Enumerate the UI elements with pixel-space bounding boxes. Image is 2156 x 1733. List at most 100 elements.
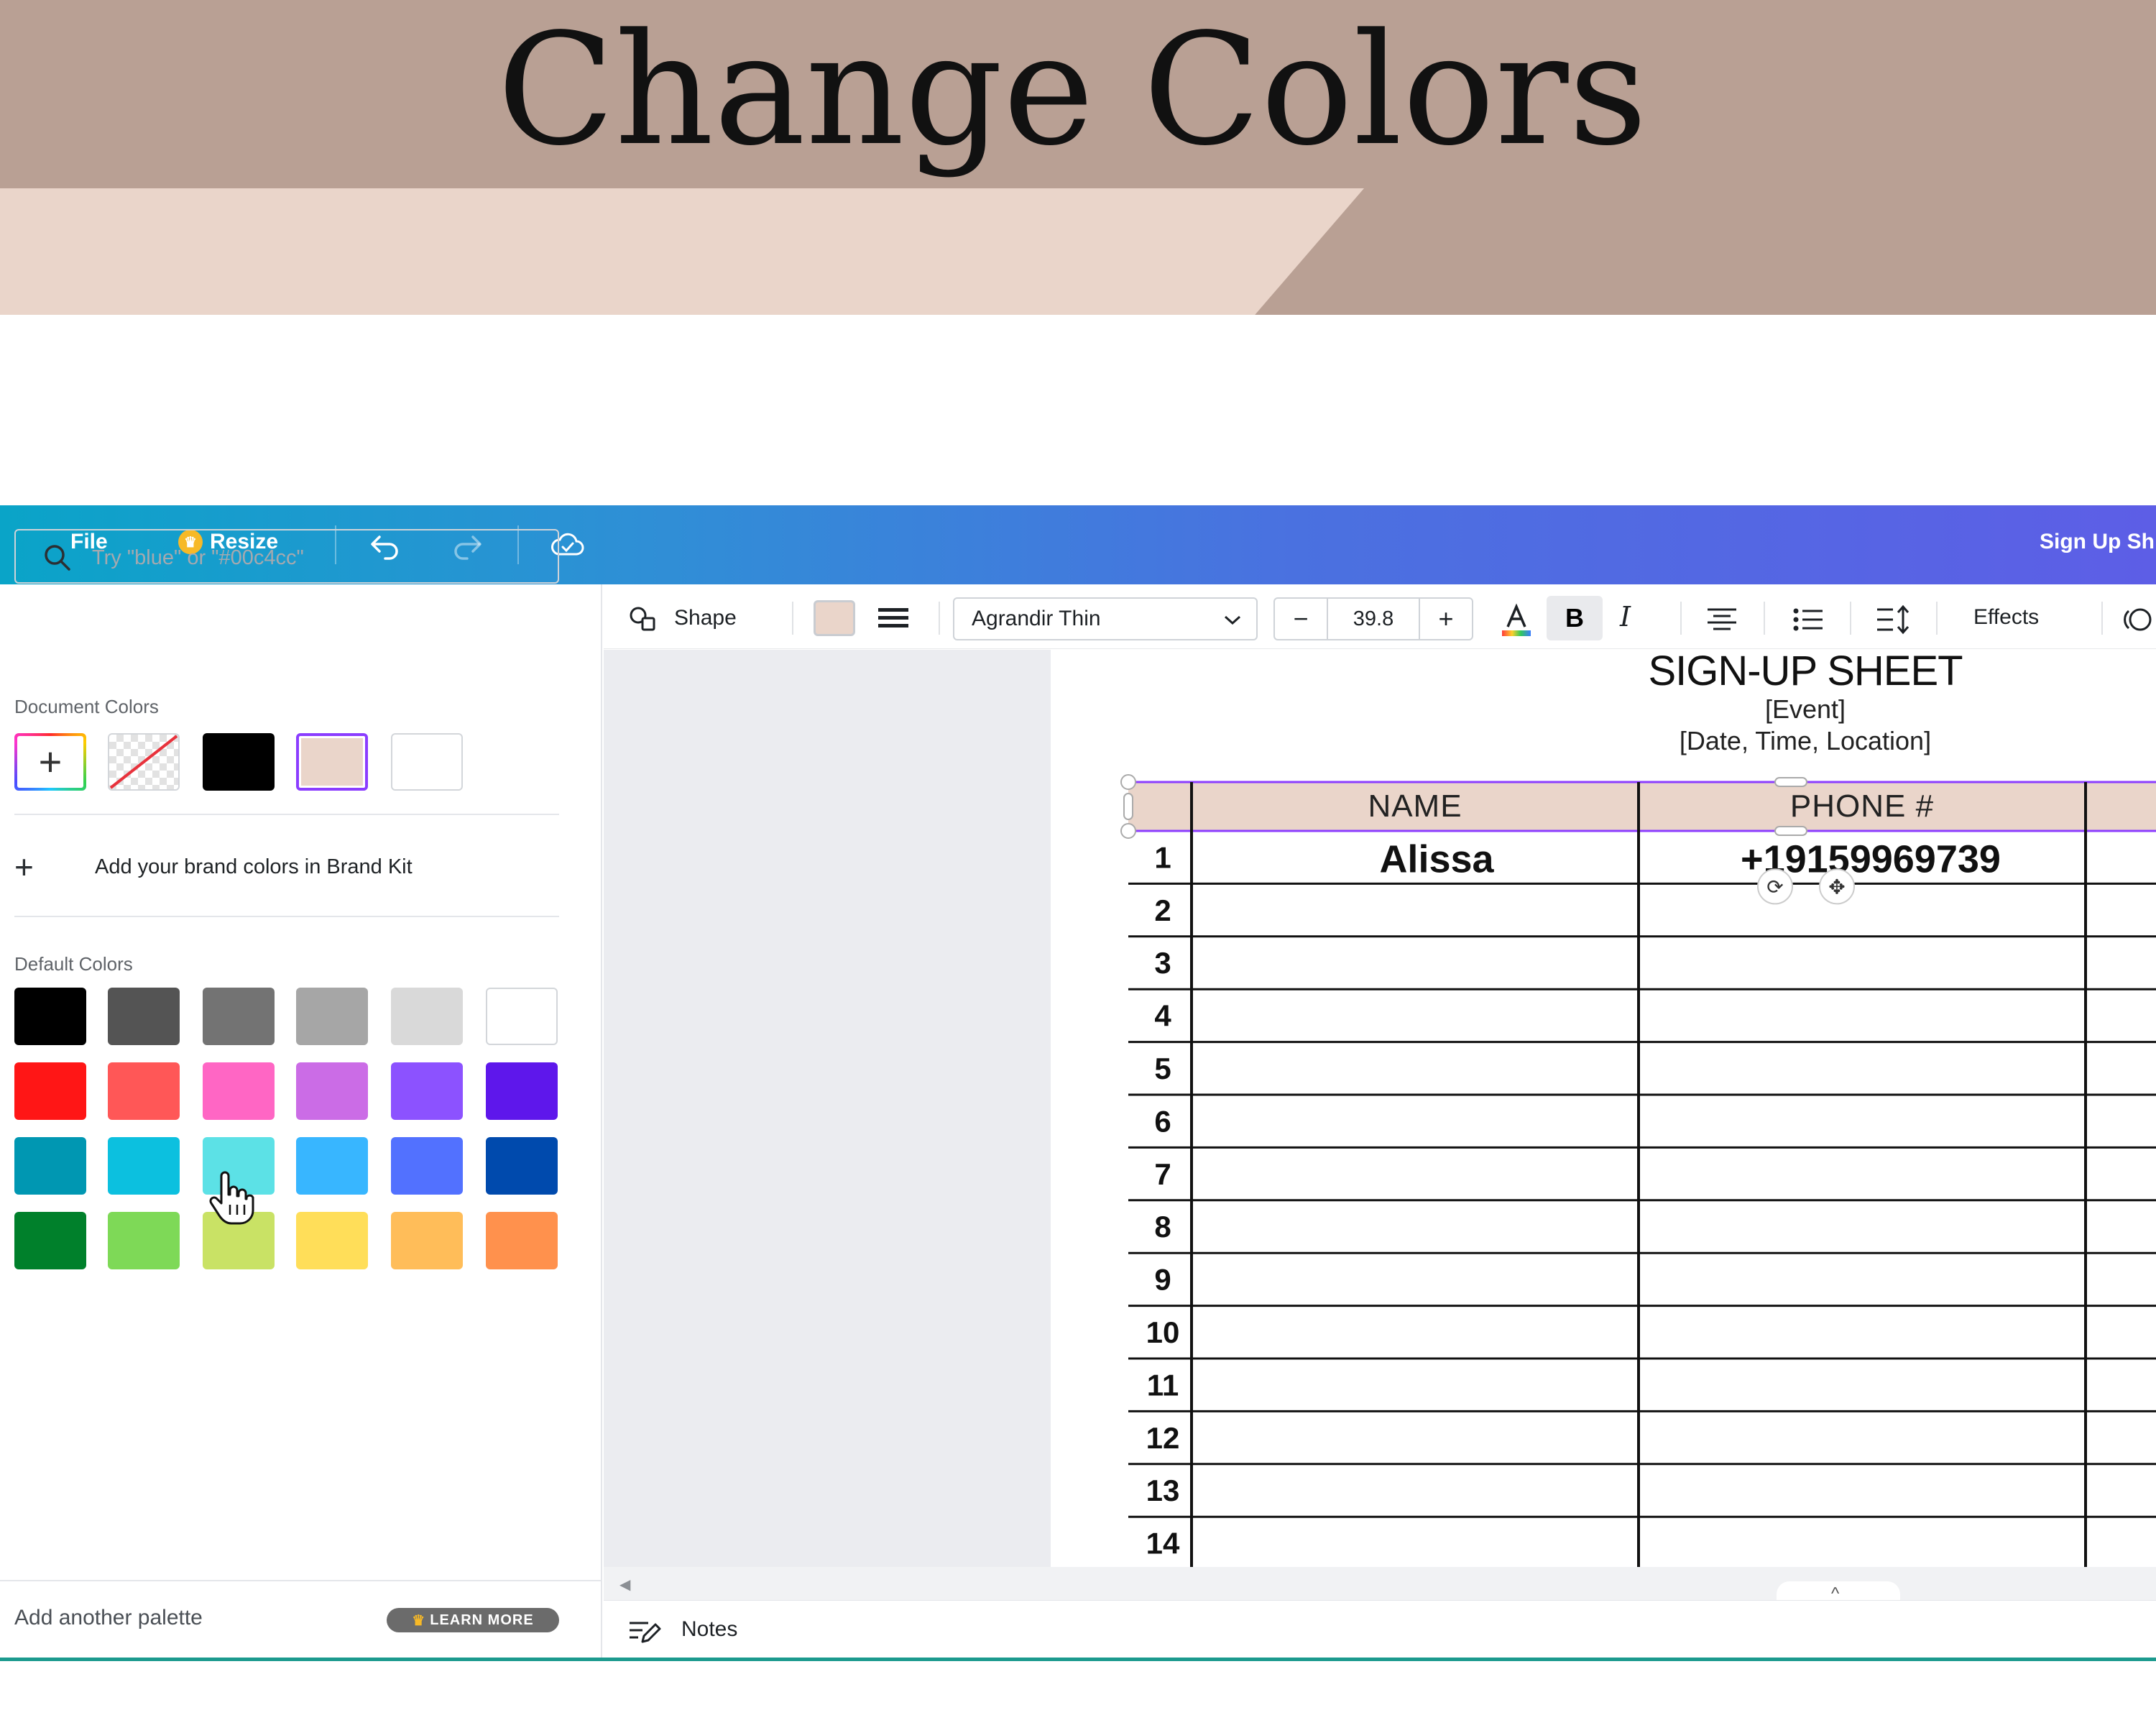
- name-cell: Alissa: [1379, 837, 1494, 881]
- add-brand-colors-link[interactable]: + Add your brand colors in Brand Kit: [14, 850, 413, 883]
- default-color-swatch[interactable]: [486, 1137, 558, 1195]
- border-style-button[interactable]: [877, 587, 910, 649]
- bullet-list-icon[interactable]: [1791, 605, 1825, 634]
- font-name: Agrandir Thin: [972, 607, 1101, 630]
- default-color-swatch[interactable]: [296, 988, 368, 1045]
- divider: [14, 814, 559, 815]
- fill-color-swatch: [814, 600, 855, 636]
- notes-bar: [604, 1600, 2156, 1658]
- default-color-swatch[interactable]: [108, 1062, 180, 1120]
- column-header: NAME: [1368, 789, 1462, 824]
- chevron-down-icon: [1224, 615, 1241, 625]
- divider: [1764, 602, 1765, 635]
- default-color-swatch[interactable]: [486, 988, 558, 1045]
- document-color-swatch[interactable]: [203, 733, 275, 791]
- default-color-swatch[interactable]: [14, 1137, 86, 1195]
- default-color-swatch[interactable]: [14, 988, 86, 1045]
- add-color-button[interactable]: +: [14, 733, 86, 791]
- border-weight-icon: [878, 608, 908, 628]
- table-header-background: [1192, 782, 2156, 831]
- default-color-swatch[interactable]: [486, 1212, 558, 1269]
- add-palette-label: Add another palette: [14, 1606, 203, 1629]
- shapes-icon: [630, 607, 655, 631]
- table-header-background: [1128, 782, 1192, 831]
- color-search-input[interactable]: Try "blue" or "#00c4cc": [14, 529, 559, 584]
- row-number: 3: [1154, 946, 1171, 980]
- default-color-swatch[interactable]: [391, 1212, 463, 1269]
- sheet-event[interactable]: [Event]: [1460, 694, 2150, 725]
- decrease-font-size-button[interactable]: −: [1275, 599, 1328, 639]
- fill-color-button[interactable]: [814, 587, 855, 649]
- document-color-swatch-selected[interactable]: [296, 733, 368, 791]
- divider: [1936, 602, 1938, 635]
- row-number: 7: [1154, 1157, 1171, 1191]
- divider: [792, 602, 793, 635]
- rotate-icon: ⟳: [1766, 875, 1783, 898]
- row-number: 4: [1154, 999, 1171, 1033]
- row-number: 8: [1154, 1210, 1171, 1244]
- default-color-swatch[interactable]: [486, 1062, 558, 1120]
- learn-more-label: LEARN MORE: [430, 1612, 534, 1628]
- effects-button[interactable]: Effects: [1973, 605, 2039, 630]
- add-brand-label: Add your brand colors in Brand Kit: [95, 855, 413, 878]
- horizontal-scrollbar[interactable]: [604, 1567, 2156, 1600]
- bold-button[interactable]: B: [1547, 596, 1603, 640]
- increase-font-size-button[interactable]: +: [1419, 599, 1472, 639]
- document-colors-label: Document Colors: [14, 696, 159, 717]
- italic-button[interactable]: I: [1620, 601, 1631, 633]
- default-color-swatch[interactable]: [14, 1212, 86, 1269]
- banner-title: Change Colors: [497, 1, 1648, 180]
- plus-icon: +: [14, 848, 34, 886]
- default-color-swatch[interactable]: [108, 1137, 180, 1195]
- frame-border: [0, 1658, 2156, 1661]
- selection-handle: [1774, 777, 1807, 787]
- notes-icon[interactable]: [627, 1617, 663, 1646]
- divider: [939, 602, 940, 635]
- divider: [1850, 602, 1851, 635]
- default-color-swatch[interactable]: [296, 1062, 368, 1120]
- default-color-swatch[interactable]: [203, 988, 275, 1045]
- default-color-swatch[interactable]: [108, 1212, 180, 1269]
- row-number: 1: [1154, 840, 1171, 874]
- align-center-icon[interactable]: [1705, 605, 1739, 634]
- default-color-swatch[interactable]: [391, 1062, 463, 1120]
- shape-button[interactable]: Shape: [627, 587, 737, 649]
- transparent-swatch[interactable]: [108, 733, 180, 791]
- selection-handle: [1120, 823, 1136, 839]
- banner-stripe: [0, 188, 1364, 315]
- row-number: 12: [1146, 1421, 1180, 1455]
- move-icon: ✥: [1828, 875, 1845, 898]
- default-color-swatch[interactable]: [203, 1062, 275, 1120]
- text-color-icon[interactable]: [1498, 602, 1535, 638]
- selection-handle: [1774, 826, 1807, 836]
- font-size-stepper: − 39.8 +: [1273, 597, 1473, 640]
- line-spacing-icon[interactable]: [1874, 604, 1912, 635]
- title-banner: Change Colors: [0, 0, 2156, 315]
- shape-label: Shape: [674, 606, 737, 630]
- divider: [1680, 602, 1682, 635]
- sheet-title[interactable]: SIGN-UP SHEET: [1460, 647, 2150, 695]
- row-number: 10: [1146, 1315, 1180, 1349]
- divider: [14, 916, 559, 917]
- row-number: 2: [1154, 893, 1171, 927]
- hand-cursor-icon: [209, 1171, 254, 1225]
- font-size-input[interactable]: 39.8: [1328, 599, 1419, 639]
- scroll-left-icon[interactable]: ◀: [619, 1576, 630, 1594]
- notes-label[interactable]: Notes: [681, 1617, 737, 1642]
- document-color-swatch[interactable]: [391, 733, 463, 791]
- default-color-swatch[interactable]: [108, 988, 180, 1045]
- default-color-swatch[interactable]: [14, 1062, 86, 1120]
- row-number: 14: [1146, 1527, 1180, 1560]
- default-color-swatch[interactable]: [391, 1137, 463, 1195]
- default-color-swatch[interactable]: [391, 988, 463, 1045]
- project-title[interactable]: Sign Up Sh: [2040, 530, 2155, 554]
- default-color-swatch[interactable]: [296, 1137, 368, 1195]
- sheet-date-line[interactable]: [Date, Time, Location]: [1460, 726, 2150, 756]
- animate-icon[interactable]: [2119, 602, 2156, 637]
- learn-more-button[interactable]: ♛ LEARN MORE: [387, 1608, 559, 1632]
- row-number: 11: [1147, 1368, 1179, 1402]
- font-family-dropdown[interactable]: Agrandir Thin: [953, 597, 1258, 640]
- signup-table[interactable]: NAME PHONE #1 Alissa +191599697392345678910…: [1107, 769, 2156, 1574]
- default-color-swatch[interactable]: [296, 1212, 368, 1269]
- selection-handle: [1120, 774, 1136, 790]
